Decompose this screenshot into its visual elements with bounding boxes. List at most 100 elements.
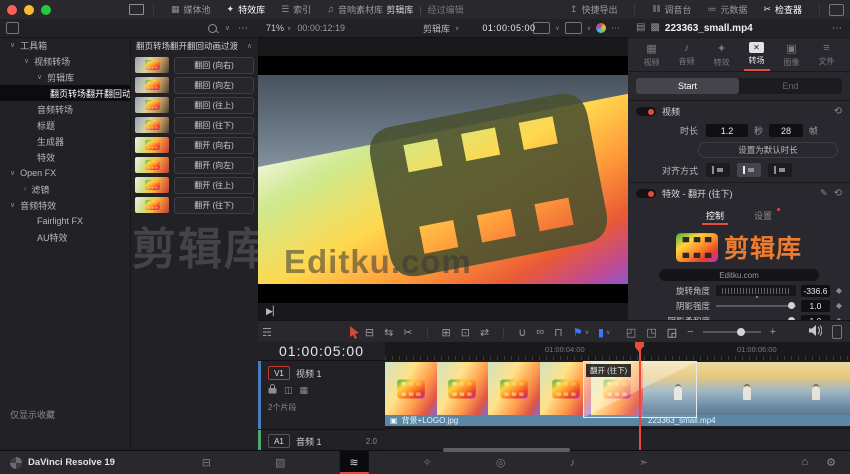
- insert-clip-icon[interactable]: ⊞: [442, 326, 451, 339]
- color-wheel-icon[interactable]: [596, 23, 606, 33]
- sidebar-item-effects[interactable]: 特效: [0, 149, 130, 165]
- zoom-out-button[interactable]: −: [687, 326, 693, 338]
- auto-select-icon[interactable]: ◫: [284, 386, 293, 395]
- video-track-badge[interactable]: V1: [268, 366, 290, 380]
- sidebar-item-titles[interactable]: 标题: [0, 117, 130, 133]
- layout-presets-icon[interactable]: [829, 4, 844, 16]
- reset-icon[interactable]: ⟲: [834, 188, 842, 199]
- end-button[interactable]: End: [739, 78, 842, 94]
- close-window-button[interactable]: [7, 5, 17, 15]
- reset-icon[interactable]: ⟲: [834, 106, 842, 117]
- tab-video[interactable]: ▦视频: [637, 42, 667, 71]
- audio-track-header[interactable]: A1 音频 1 2.0: [258, 429, 385, 452]
- zoom-custom-icon[interactable]: ◲: [667, 326, 677, 339]
- quick-export-button[interactable]: ↥ 快捷导出: [562, 0, 626, 19]
- chevron-down-icon[interactable]: ∨: [225, 24, 230, 32]
- timeline-options-icon[interactable]: ☴: [262, 326, 272, 339]
- multicam-view-icon[interactable]: [533, 22, 550, 34]
- transition-item-selected[interactable]: 翻开 (往下): [130, 195, 258, 215]
- editku-site-button[interactable]: Editku.com: [659, 269, 819, 281]
- transition-item[interactable]: 翻开 (往上): [130, 175, 258, 195]
- sidebar-item-toolbox[interactable]: ∨工具箱: [0, 37, 130, 53]
- transition-item[interactable]: 翻回 (往上): [130, 95, 258, 115]
- more-options-icon[interactable]: ⋯: [832, 23, 842, 34]
- sound-library-button[interactable]: ♫ 音响素材库: [319, 0, 391, 19]
- duration-seconds-field[interactable]: 1.2: [706, 124, 748, 137]
- rotation-dial[interactable]: [716, 285, 796, 296]
- metadata-button[interactable]: ≔ 元数据: [699, 0, 755, 19]
- replace-clip-icon[interactable]: ⇄: [480, 326, 489, 339]
- video-track-header[interactable]: V1 视频 1 ◫ ▦ 2个片段: [258, 360, 385, 429]
- transition-item[interactable]: 翻回 (向左): [130, 75, 258, 95]
- fairlight-page-button[interactable]: ♪: [559, 451, 585, 474]
- track-lock-icon[interactable]: [268, 384, 277, 397]
- transition-item[interactable]: 翻回 (往下): [130, 115, 258, 135]
- transition-item[interactable]: 翻开 (向右): [130, 135, 258, 155]
- align-center-button[interactable]: [737, 163, 761, 177]
- chevron-down-icon[interactable]: ∨: [606, 329, 610, 336]
- shadow-strength-value[interactable]: 1.0: [801, 300, 830, 312]
- viewer-display-icon[interactable]: [565, 22, 582, 34]
- chevron-down-icon[interactable]: ∨: [587, 25, 591, 32]
- zoom-full-extent-icon[interactable]: ◰: [626, 326, 636, 339]
- video-track-name[interactable]: 视频 1: [296, 367, 322, 380]
- sidebar-item-fairlight-fx[interactable]: Fairlight FX: [0, 213, 130, 229]
- duration-frames-field[interactable]: 28: [769, 124, 803, 137]
- tab-effects[interactable]: ✦特效: [707, 42, 737, 71]
- effect-enable-toggle[interactable]: [636, 189, 656, 198]
- mixer-button[interactable]: ⦀⦀ 调音台: [644, 0, 699, 19]
- video-preview[interactable]: Editku.com ▶▏ ⌗ ∨ ‹ ● › ▕◀◀ ◀ ■ ▶ ▶▶▏ ⟳ …: [258, 56, 628, 303]
- sidebar-item-filters[interactable]: ›滤镜: [0, 181, 130, 197]
- sidebar-item-openfx[interactable]: ∨Open FX: [0, 165, 130, 181]
- zoom-detail-icon[interactable]: ◳: [646, 326, 656, 339]
- deliver-page-button[interactable]: ➣: [629, 451, 658, 474]
- inspector-button[interactable]: ✂ 检查器: [755, 0, 810, 19]
- edit-page-button[interactable]: ≋: [339, 451, 368, 474]
- transition-item[interactable]: 翻开 (向左): [130, 155, 258, 175]
- marker-icon[interactable]: ▮: [598, 326, 604, 339]
- tab-control[interactable]: 控制: [702, 207, 728, 225]
- chevron-down-icon[interactable]: ∨: [585, 329, 589, 336]
- zoom-in-button[interactable]: +: [770, 326, 776, 338]
- search-icon[interactable]: [208, 24, 217, 33]
- viewer-zoom-level[interactable]: 71%: [266, 23, 284, 33]
- sidebar-item-audio-fx[interactable]: ∨音频特效: [0, 197, 130, 213]
- linked-selection-icon[interactable]: ∞: [536, 326, 544, 338]
- chevron-down-icon[interactable]: ∨: [287, 25, 291, 32]
- fusion-page-button[interactable]: ✧: [413, 451, 442, 474]
- tab-settings[interactable]: 设置: [750, 207, 776, 225]
- favorites-only-label[interactable]: 仅显示收藏: [10, 408, 55, 421]
- minimize-window-button[interactable]: [24, 5, 34, 15]
- flag-icon[interactable]: ⚑: [573, 326, 583, 339]
- timeline-view-options-icon[interactable]: [832, 325, 842, 339]
- settings-gear-icon[interactable]: ⚙: [826, 456, 836, 469]
- media-pool-button[interactable]: ▦ 媒体池: [163, 0, 219, 19]
- sidebar-item-generators[interactable]: 生成器: [0, 133, 130, 149]
- zoom-window-button[interactable]: [41, 5, 51, 15]
- chevron-down-icon[interactable]: ∨: [455, 25, 459, 32]
- project-manager-home-icon[interactable]: ⌂: [801, 456, 808, 469]
- viewer-options-icon[interactable]: ⋯: [611, 23, 620, 34]
- collapse-chevron-icon[interactable]: ∧: [247, 42, 252, 50]
- transition-item[interactable]: 翻回 (向右): [130, 55, 258, 75]
- sidebar-item-audio-transitions[interactable]: 音频转场: [0, 101, 130, 117]
- start-button[interactable]: Start: [636, 78, 739, 94]
- keyframe-icon[interactable]: ◆: [836, 301, 842, 310]
- set-default-duration-button[interactable]: 设置为默认时长: [698, 142, 838, 158]
- timeline-horizontal-scrollbar[interactable]: [443, 448, 570, 452]
- viewer-mode-label[interactable]: 剪辑库: [423, 22, 450, 35]
- position-lock-icon[interactable]: ⊓: [554, 326, 563, 339]
- selection-mode-icon[interactable]: [349, 326, 360, 339]
- align-end-button[interactable]: [768, 163, 792, 177]
- video-track-lane[interactable]: 翻开 (往下) ▣ 背景+LOGO.jpg 223363_small.mp4: [385, 360, 850, 428]
- razor-edit-icon[interactable]: ✂: [403, 326, 412, 339]
- video-enable-toggle[interactable]: [636, 107, 656, 116]
- chevron-down-icon[interactable]: ∨: [555, 25, 559, 32]
- more-options-icon[interactable]: ⋯: [238, 23, 248, 34]
- timeline-ruler[interactable]: 01:00:04:00 01:00:06:00: [385, 342, 850, 361]
- tab-image[interactable]: ▣图像: [777, 42, 807, 71]
- rotation-value[interactable]: -336.6: [801, 285, 830, 297]
- media-page-button[interactable]: ⊟: [192, 451, 221, 474]
- shadow-strength-slider[interactable]: [716, 300, 796, 311]
- tab-transition[interactable]: ✕转场: [742, 42, 772, 71]
